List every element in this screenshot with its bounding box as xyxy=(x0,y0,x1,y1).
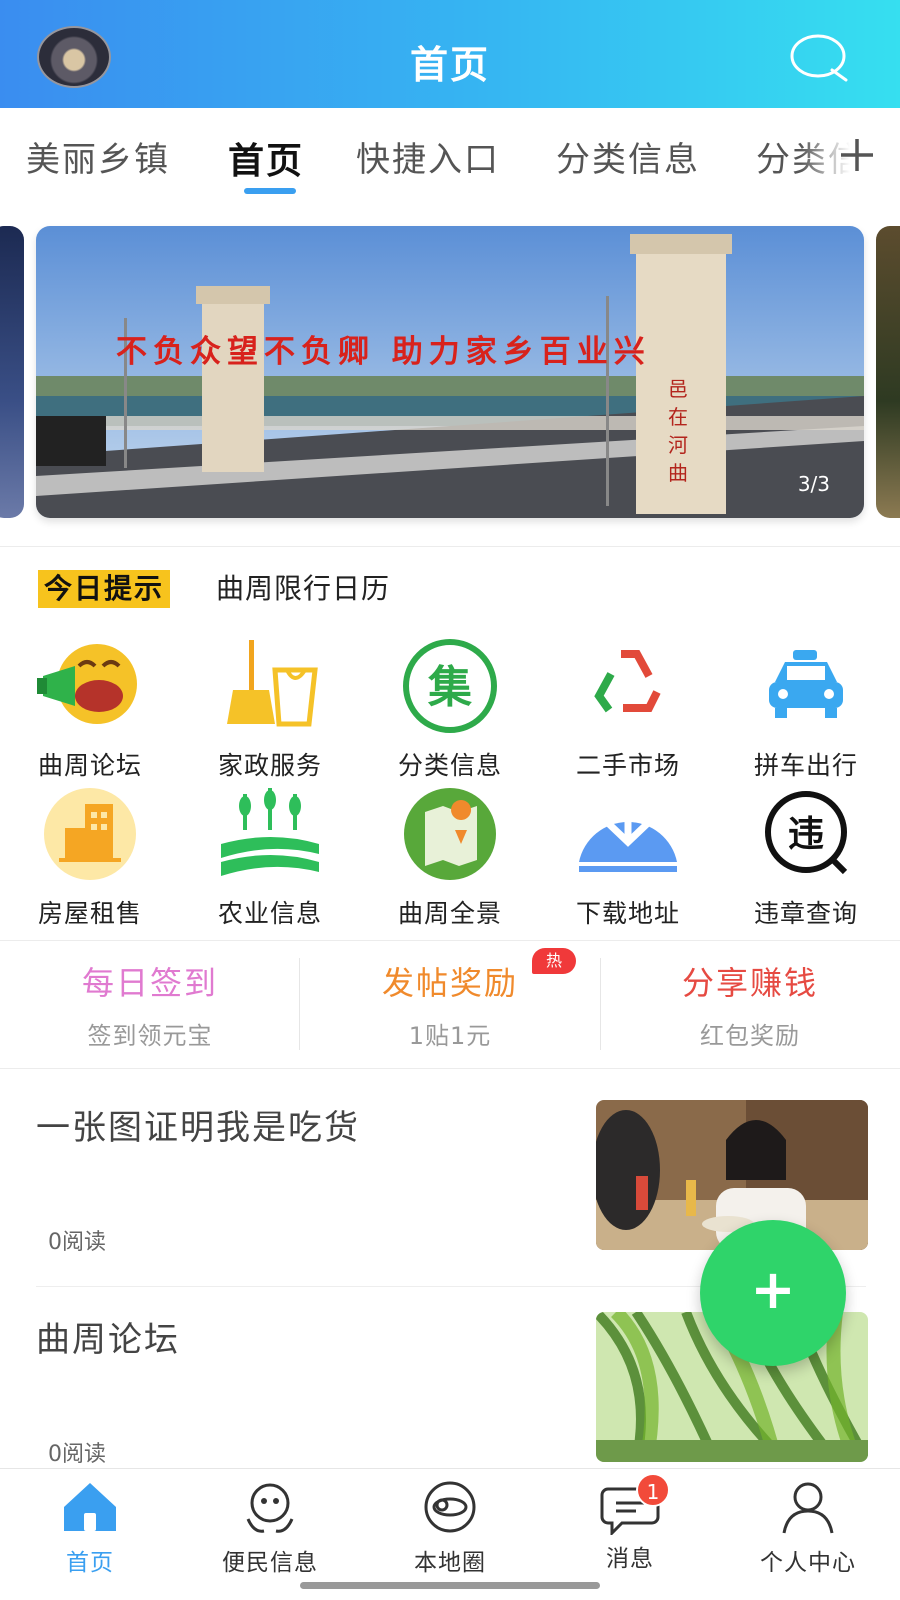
building-icon xyxy=(44,788,136,880)
news-item-reads: 0阅读 xyxy=(48,1230,106,1255)
wheat-field-icon xyxy=(221,788,319,876)
nav-messages[interactable]: 1 消息 xyxy=(540,1473,720,1573)
nav-profile[interactable]: 个人中心 xyxy=(718,1479,898,1577)
tab-home[interactable]: 首页 xyxy=(228,132,304,184)
svg-text:邑: 邑 xyxy=(668,377,688,401)
nav-convenience-info[interactable]: 便民信息 xyxy=(180,1479,360,1577)
bottom-navigation: 首页 便民信息 本地圈 1 消息 个人中心 xyxy=(0,1468,900,1600)
svg-text:河: 河 xyxy=(668,433,688,457)
message-icon-wrap: 1 xyxy=(600,1473,670,1537)
divider xyxy=(0,1068,900,1069)
grid-label: 下载地址 xyxy=(575,899,680,928)
active-tab-indicator xyxy=(244,188,296,194)
home-icon xyxy=(64,1483,116,1531)
app-header: 首页 xyxy=(0,0,900,108)
grid-label: 曲周全景 xyxy=(397,899,502,928)
add-tab-icon[interactable] xyxy=(838,136,876,174)
chat-search-icon[interactable] xyxy=(788,32,852,84)
banner-caption: 不负众望不负卿 助力家乡百业兴 xyxy=(116,334,651,370)
nav-label: 本地圈 xyxy=(414,1550,486,1576)
grid-label: 曲周论坛 xyxy=(37,751,142,780)
grid-label: 家政服务 xyxy=(217,751,322,780)
svg-text:违: 违 xyxy=(788,814,824,855)
hot-badge: 热 xyxy=(532,948,576,974)
news-item-thumbnail[interactable] xyxy=(596,1100,868,1250)
banner-next-peek[interactable] xyxy=(876,226,900,518)
promo-title: 分享赚钱 xyxy=(681,964,818,1002)
banner-carousel[interactable]: 邑 在 河 曲 不负众望不负卿 助力家乡百业兴 3/3 xyxy=(36,226,864,518)
promo-subtitle: 1贴1元 xyxy=(408,1022,492,1050)
grid-item-carpool[interactable]: 拼车出行 xyxy=(718,636,894,782)
news-photo xyxy=(596,1100,868,1250)
broom-bucket-icon xyxy=(227,640,318,727)
nav-label: 首页 xyxy=(66,1550,114,1576)
grid-item-classified[interactable]: 集 分类信息 xyxy=(362,636,538,782)
svg-text:在: 在 xyxy=(668,405,688,429)
grid-item-housekeeping[interactable]: 家政服务 xyxy=(182,636,358,782)
grid-label: 违章查询 xyxy=(753,899,858,928)
ji-circle-icon: 集 xyxy=(403,639,497,733)
person-icon xyxy=(782,1482,834,1534)
planet-icon xyxy=(424,1481,476,1533)
banner-image: 邑 在 河 曲 xyxy=(36,226,864,518)
today-tip-link[interactable]: 曲周限行日历 xyxy=(216,570,390,608)
divider xyxy=(0,546,900,547)
grid-label: 拼车出行 xyxy=(753,751,858,780)
tab-bar: 美丽乡镇 首页 快捷入口 分类信息 分类信息 xyxy=(0,108,900,198)
share-earn-button[interactable]: 分享赚钱 红包奖励 xyxy=(600,958,900,1051)
tab-classified[interactable]: 分类信息 xyxy=(556,132,700,181)
nav-label: 消息 xyxy=(606,1546,654,1572)
page-title: 首页 xyxy=(409,43,490,87)
create-post-fab[interactable]: + xyxy=(700,1220,846,1366)
map-pin-icon xyxy=(404,788,496,880)
grid-label: 分类信息 xyxy=(397,751,502,780)
grid-label: 房屋租售 xyxy=(37,899,142,928)
grid-item-download[interactable]: 下载地址 xyxy=(540,784,716,930)
car-icon xyxy=(769,650,843,718)
svg-text:曲: 曲 xyxy=(668,461,688,485)
nav-label: 便民信息 xyxy=(222,1550,318,1576)
promo-subtitle: 红包奖励 xyxy=(700,1022,800,1050)
news-item-title[interactable]: 曲周论坛 xyxy=(36,1312,180,1361)
nav-home[interactable]: 首页 xyxy=(0,1479,180,1577)
grid-label: 农业信息 xyxy=(217,899,322,928)
laughing-face-megaphone-icon xyxy=(37,644,137,724)
grid-label: 二手市场 xyxy=(575,751,680,780)
recycle-icon xyxy=(594,650,661,713)
grid-item-second-hand[interactable]: 二手市场 xyxy=(540,636,716,782)
banner-page-indicator: 3/3 xyxy=(797,472,830,496)
service-people-icon xyxy=(246,1483,294,1533)
grid-item-panorama[interactable]: 曲周全景 xyxy=(362,784,538,930)
news-item-reads: 0阅读 xyxy=(48,1442,106,1467)
banner-prev-peek[interactable] xyxy=(0,226,24,518)
violation-bubble-icon: 违 xyxy=(765,791,848,875)
divider xyxy=(0,940,900,941)
grid-item-housing[interactable]: 房屋租售 xyxy=(2,784,178,930)
svg-text:集: 集 xyxy=(427,662,472,713)
grid-item-violation[interactable]: 违 违章查询 xyxy=(718,784,894,930)
tab-beautiful-towns[interactable]: 美丽乡镇 xyxy=(26,132,170,181)
grid-item-forum[interactable]: 曲周论坛 xyxy=(2,636,178,782)
daily-checkin-button[interactable]: 每日签到 签到领元宝 xyxy=(0,958,300,1051)
grid-item-agriculture[interactable]: 农业信息 xyxy=(182,784,358,930)
news-item-title[interactable]: 一张图证明我是吃货 xyxy=(36,1100,360,1149)
message-count-badge: 1 xyxy=(636,1473,670,1507)
nav-label: 个人中心 xyxy=(760,1550,856,1576)
home-indicator[interactable] xyxy=(300,1582,600,1589)
promo-subtitle: 签到领元宝 xyxy=(87,1022,213,1050)
download-icon xyxy=(579,792,677,872)
promo-title: 每日签到 xyxy=(81,964,218,1002)
tab-shortcuts[interactable]: 快捷入口 xyxy=(356,132,500,181)
nav-local-circle[interactable]: 本地圈 xyxy=(360,1479,540,1577)
today-tip-badge: 今日提示 xyxy=(38,570,171,608)
